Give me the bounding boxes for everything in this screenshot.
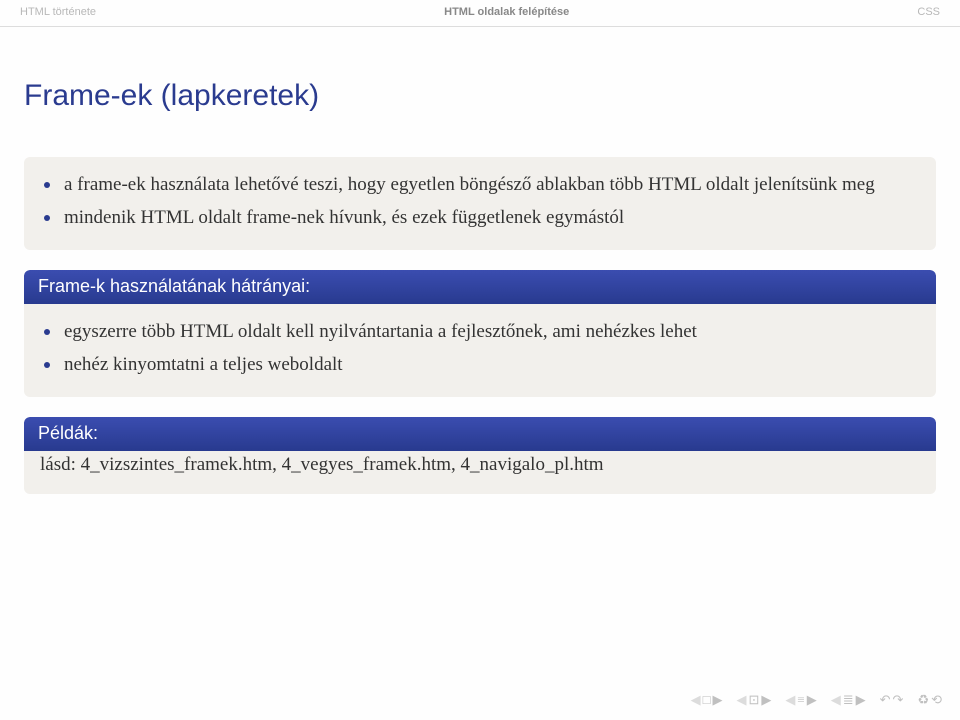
block-intro: a frame-ek használata lehetővé teszi, ho… xyxy=(24,157,936,250)
nav-slide-controls[interactable]: ◀ ≡ ▶ xyxy=(785,692,816,708)
intro-list: a frame-ek használata lehetővé teszi, ho… xyxy=(64,171,920,232)
caret-right-icon[interactable]: ▶ xyxy=(761,692,771,708)
block-examples: Példák: lásd: 4_vizszintes_framek.htm, 4… xyxy=(24,417,936,494)
beamer-nav-footer: ◀ □ ▶ ◀ ⊡ ▶ ◀ ≡ ▶ ◀ ≣ ▶ ↶ ↷ ♻ ⟲ xyxy=(691,692,942,708)
caret-right-icon[interactable]: ▶ xyxy=(807,692,817,708)
nav-right[interactable]: CSS xyxy=(917,6,940,18)
block-header: Példák: xyxy=(24,417,936,451)
examples-text: lásd: 4_vizszintes_framek.htm, 4_vegyes_… xyxy=(24,451,936,494)
nav-section-controls[interactable]: ◀ □ ▶ xyxy=(691,692,723,708)
nav-extra-controls[interactable]: ♻ ⟲ xyxy=(917,692,942,708)
slide-title: Frame-ek (lapkeretek) xyxy=(0,27,960,113)
recycle-icon[interactable]: ♻ xyxy=(917,692,929,708)
redo-icon[interactable]: ↷ xyxy=(893,692,904,708)
reload-icon[interactable]: ⟲ xyxy=(931,692,942,708)
block-header: Frame-k használatának hátrányai: xyxy=(24,270,936,304)
nav-subsection-controls[interactable]: ◀ ⊡ ▶ xyxy=(736,692,771,708)
slide-icon: ≡ xyxy=(797,692,804,708)
nav-center[interactable]: HTML oldalak felépítése xyxy=(444,6,569,18)
slide-content: a frame-ek használata lehetővé teszi, ho… xyxy=(0,113,960,494)
nav-history-controls[interactable]: ↶ ↷ xyxy=(880,692,904,708)
undo-icon[interactable]: ↶ xyxy=(880,692,891,708)
block-disadvantages: Frame-k használatának hátrányai: egyszer… xyxy=(24,270,936,397)
disadvantages-list: egyszerre több HTML oldalt kell nyilvánt… xyxy=(64,318,920,379)
nav-left[interactable]: HTML története xyxy=(20,6,96,18)
caret-right-icon[interactable]: ▶ xyxy=(856,692,866,708)
subsection-icon: ⊡ xyxy=(748,692,759,708)
caret-left-icon[interactable]: ◀ xyxy=(785,692,795,708)
frame-icon: ≣ xyxy=(843,692,854,708)
section-icon: □ xyxy=(703,692,711,708)
caret-left-icon[interactable]: ◀ xyxy=(691,692,701,708)
nav-frame-controls[interactable]: ◀ ≣ ▶ xyxy=(831,692,866,708)
caret-right-icon[interactable]: ▶ xyxy=(712,692,722,708)
list-item: mindenik HTML oldalt frame-nek hívunk, é… xyxy=(64,204,920,233)
list-item: nehéz kinyomtatni a teljes weboldalt xyxy=(64,351,920,380)
list-item: a frame-ek használata lehetővé teszi, ho… xyxy=(64,171,920,200)
list-item: egyszerre több HTML oldalt kell nyilvánt… xyxy=(64,318,920,347)
top-navigation: HTML története HTML oldalak felépítése C… xyxy=(0,0,960,27)
caret-left-icon[interactable]: ◀ xyxy=(736,692,746,708)
caret-left-icon[interactable]: ◀ xyxy=(831,692,841,708)
